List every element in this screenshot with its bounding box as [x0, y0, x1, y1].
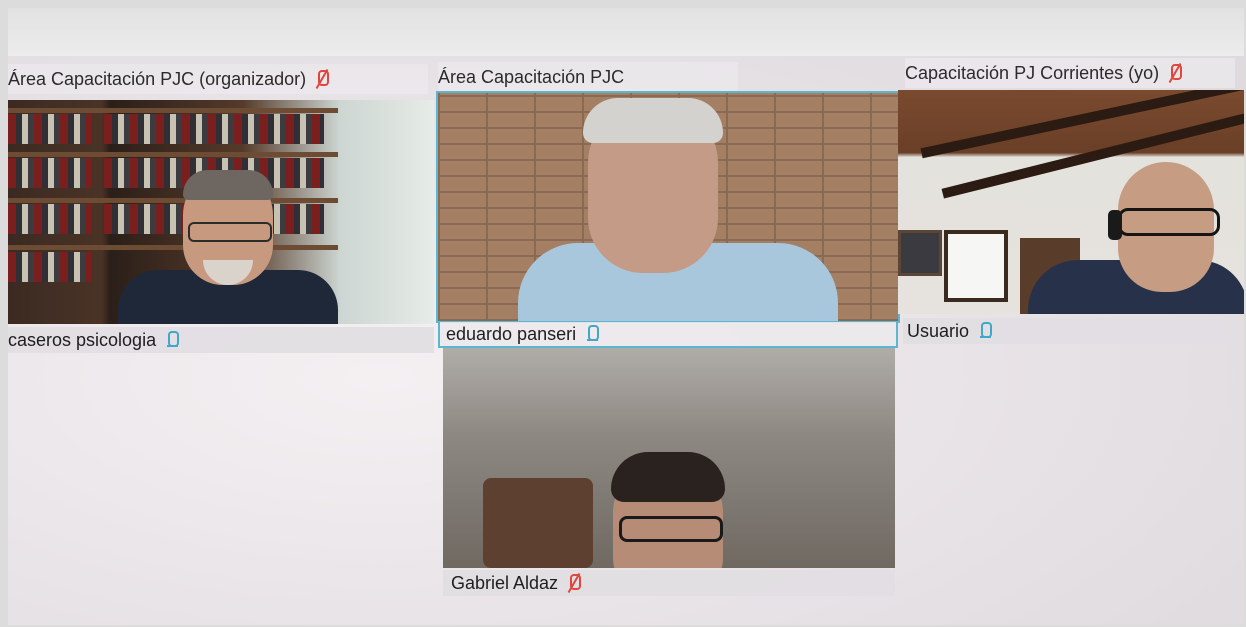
tile-footer-usuario: Usuario	[903, 318, 1244, 344]
participant-video-usuario[interactable]	[898, 90, 1244, 314]
mic-on-icon[interactable]	[166, 330, 180, 350]
participant-title: Capacitación PJ Corrientes (yo)	[905, 62, 1160, 83]
tile-footer-eduardo: eduardo panseri	[438, 322, 898, 348]
participant-name: caseros psicologia	[8, 329, 157, 350]
participant-name: eduardo panseri	[446, 323, 577, 344]
participant-video-caseros[interactable]	[8, 100, 434, 324]
mic-on-icon[interactable]	[979, 321, 993, 341]
participant-video-gabriel[interactable]	[443, 348, 895, 568]
participant-name: Gabriel Aldaz	[451, 572, 559, 593]
mic-muted-icon[interactable]	[1169, 63, 1183, 83]
participant-title: Área Capacitación PJC	[438, 66, 625, 87]
tile-footer-gabriel: Gabriel Aldaz	[443, 570, 895, 596]
tile-header-organizer: Área Capacitación PJC (organizador)	[8, 64, 428, 94]
mic-on-icon[interactable]	[586, 324, 600, 344]
participant-title: Área Capacitación PJC (organizador)	[8, 68, 307, 89]
top-bar	[8, 8, 1244, 56]
video-conference-screen: Área Capacitación PJC (organizador) case…	[8, 8, 1244, 625]
participant-video-eduardo[interactable]	[436, 91, 900, 323]
tile-footer-caseros: caseros psicologia	[8, 327, 434, 353]
mic-muted-icon[interactable]	[316, 69, 330, 89]
mic-muted-icon[interactable]	[568, 573, 582, 593]
tile-header-area: Área Capacitación PJC	[438, 62, 738, 92]
participant-name: Usuario	[907, 320, 970, 341]
tile-header-corrientes: Capacitación PJ Corrientes (yo)	[905, 58, 1235, 88]
